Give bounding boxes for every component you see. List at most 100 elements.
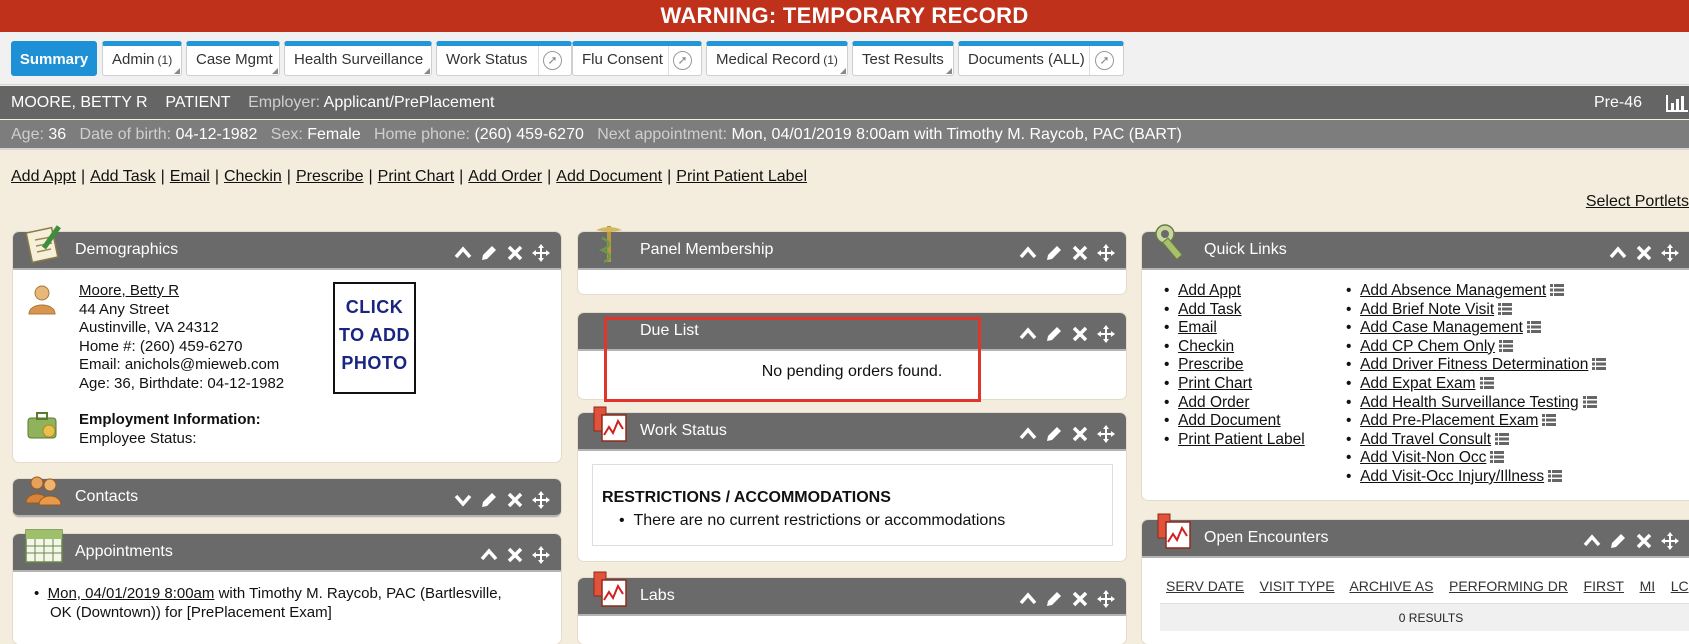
warning-banner: WARNING: TEMPORARY RECORD (0, 0, 1689, 32)
move-icon[interactable] (531, 241, 551, 262)
list-icon[interactable] (1588, 356, 1607, 373)
quick-link[interactable]: Add Task (1178, 301, 1241, 318)
quick-link[interactable]: Add Visit-Non Occ (1360, 449, 1486, 466)
add-photo-button[interactable]: CLICK TO ADD PHOTO (333, 282, 416, 394)
close-icon[interactable] (505, 543, 525, 563)
tab-case-mgmt[interactable]: Case Mgmt (186, 41, 280, 76)
pencil-icon[interactable] (1608, 529, 1628, 549)
quick-link[interactable]: Add Absence Management (1360, 282, 1546, 299)
move-icon[interactable] (1660, 529, 1680, 550)
collapse-icon[interactable] (1018, 587, 1038, 607)
quick-link[interactable]: Add Pre-Placement Exam (1360, 412, 1538, 429)
move-icon[interactable] (1096, 241, 1116, 262)
quick-link[interactable]: Add Visit-Occ Injury/Illness (1360, 468, 1544, 485)
move-icon[interactable] (531, 543, 551, 564)
list-icon[interactable] (1538, 412, 1557, 429)
print-patient-label-link[interactable]: Print Patient Label (676, 168, 807, 185)
external-link-icon[interactable]: ➚ (543, 51, 562, 70)
close-icon[interactable] (1070, 587, 1090, 607)
move-icon[interactable] (1096, 587, 1116, 608)
bar-chart-icon[interactable] (1665, 93, 1689, 113)
list-icon[interactable] (1523, 319, 1541, 336)
collapse-icon[interactable] (1608, 241, 1628, 261)
quick-link[interactable]: Add Document (1178, 412, 1281, 429)
move-icon[interactable] (1660, 241, 1680, 262)
external-link-icon[interactable]: ➚ (673, 51, 692, 70)
list-icon[interactable] (1579, 394, 1597, 411)
quick-link[interactable]: Add Order (1178, 394, 1250, 411)
collapse-icon[interactable] (1582, 529, 1602, 549)
quick-link[interactable]: Checkin (1178, 338, 1234, 355)
quick-link[interactable]: Add CP Chem Only (1360, 338, 1495, 355)
list-icon[interactable] (1494, 301, 1513, 318)
quick-link[interactable]: Email (1178, 319, 1217, 336)
pencil-icon[interactable] (1044, 587, 1064, 607)
quick-link[interactable]: Print Chart (1178, 375, 1252, 392)
checkin-link[interactable]: Checkin (224, 168, 282, 185)
tab-admin[interactable]: Admin (1) (102, 41, 182, 76)
quick-link[interactable]: Add Case Management (1360, 319, 1523, 336)
quick-link[interactable]: Add Health Surveillance Testing (1360, 394, 1579, 411)
column-lc[interactable]: LC (1671, 578, 1689, 594)
tab-documents-all[interactable]: Documents (ALL) ➚ (958, 41, 1124, 76)
close-icon[interactable] (1070, 422, 1090, 442)
select-portlets-link[interactable]: Select Portlets (1586, 193, 1689, 211)
quick-link[interactable]: Add Appt (1178, 282, 1241, 299)
prescribe-link[interactable]: Prescribe (296, 168, 364, 185)
quick-link[interactable]: Print Patient Label (1178, 431, 1305, 448)
collapse-icon[interactable] (479, 543, 499, 563)
tab-summary[interactable]: Summary (11, 41, 97, 76)
expand-icon[interactable] (453, 488, 473, 508)
close-icon[interactable] (1070, 322, 1090, 342)
tab-test-results[interactable]: Test Results (852, 41, 954, 76)
patient-name-link[interactable]: Moore, Betty R (79, 282, 179, 299)
tab-medical-record[interactable]: Medical Record (1) (706, 41, 848, 76)
quick-link[interactable]: Add Driver Fitness Determination (1360, 356, 1588, 373)
add-document-link[interactable]: Add Document (556, 168, 662, 185)
add-task-link[interactable]: Add Task (90, 168, 156, 185)
pencil-icon[interactable] (1044, 422, 1064, 442)
list-icon[interactable] (1544, 468, 1563, 485)
pencil-icon[interactable] (479, 488, 499, 508)
quick-link[interactable]: Prescribe (1178, 356, 1243, 373)
quick-link[interactable]: Add Expat Exam (1360, 375, 1475, 392)
quick-link[interactable]: Add Brief Note Visit (1360, 301, 1494, 318)
move-icon[interactable] (1096, 422, 1116, 443)
appointment-link[interactable]: Mon, 04/01/2019 8:00am (48, 585, 215, 602)
quick-link[interactable]: Add Travel Consult (1360, 431, 1491, 448)
list-icon[interactable] (1546, 282, 1565, 299)
close-icon[interactable] (1634, 529, 1654, 549)
add-appt-link[interactable]: Add Appt (11, 168, 76, 185)
collapse-icon[interactable] (1018, 241, 1038, 261)
tab-work-status[interactable]: Work Status ➚ (436, 41, 572, 76)
pencil-icon[interactable] (1044, 322, 1064, 342)
pencil-icon[interactable] (1044, 241, 1064, 261)
column-performing-dr[interactable]: PERFORMING DR (1449, 578, 1568, 594)
list-icon[interactable] (1476, 375, 1494, 392)
column-visit-type[interactable]: VISIT TYPE (1260, 578, 1335, 594)
move-icon[interactable] (531, 488, 551, 509)
move-icon[interactable] (1096, 322, 1116, 343)
close-icon[interactable] (505, 488, 525, 508)
collapse-icon[interactable] (1018, 322, 1038, 342)
patient-header: MOORE, BETTY R PATIENT Employer: Applica… (0, 86, 1689, 119)
collapse-icon[interactable] (453, 241, 473, 261)
column-mi[interactable]: MI (1640, 578, 1656, 594)
list-icon[interactable] (1495, 338, 1514, 355)
column-first[interactable]: FIRST (1584, 578, 1624, 594)
email-link[interactable]: Email (170, 168, 210, 185)
close-icon[interactable] (1070, 241, 1090, 261)
list-icon[interactable] (1486, 449, 1505, 466)
print-chart-link[interactable]: Print Chart (378, 168, 454, 185)
add-order-link[interactable]: Add Order (468, 168, 542, 185)
close-icon[interactable] (505, 241, 525, 261)
collapse-icon[interactable] (1018, 422, 1038, 442)
tab-flu-consent[interactable]: Flu Consent ➚ (572, 41, 702, 76)
column-archive-as[interactable]: ARCHIVE AS (1349, 578, 1433, 594)
close-icon[interactable] (1634, 241, 1654, 261)
external-link-icon[interactable]: ➚ (1095, 51, 1114, 70)
pencil-icon[interactable] (479, 241, 499, 261)
column-serv-date[interactable]: SERV DATE (1166, 578, 1244, 594)
tab-health-surveillance[interactable]: Health Surveillance (284, 41, 432, 76)
list-icon[interactable] (1491, 431, 1510, 448)
